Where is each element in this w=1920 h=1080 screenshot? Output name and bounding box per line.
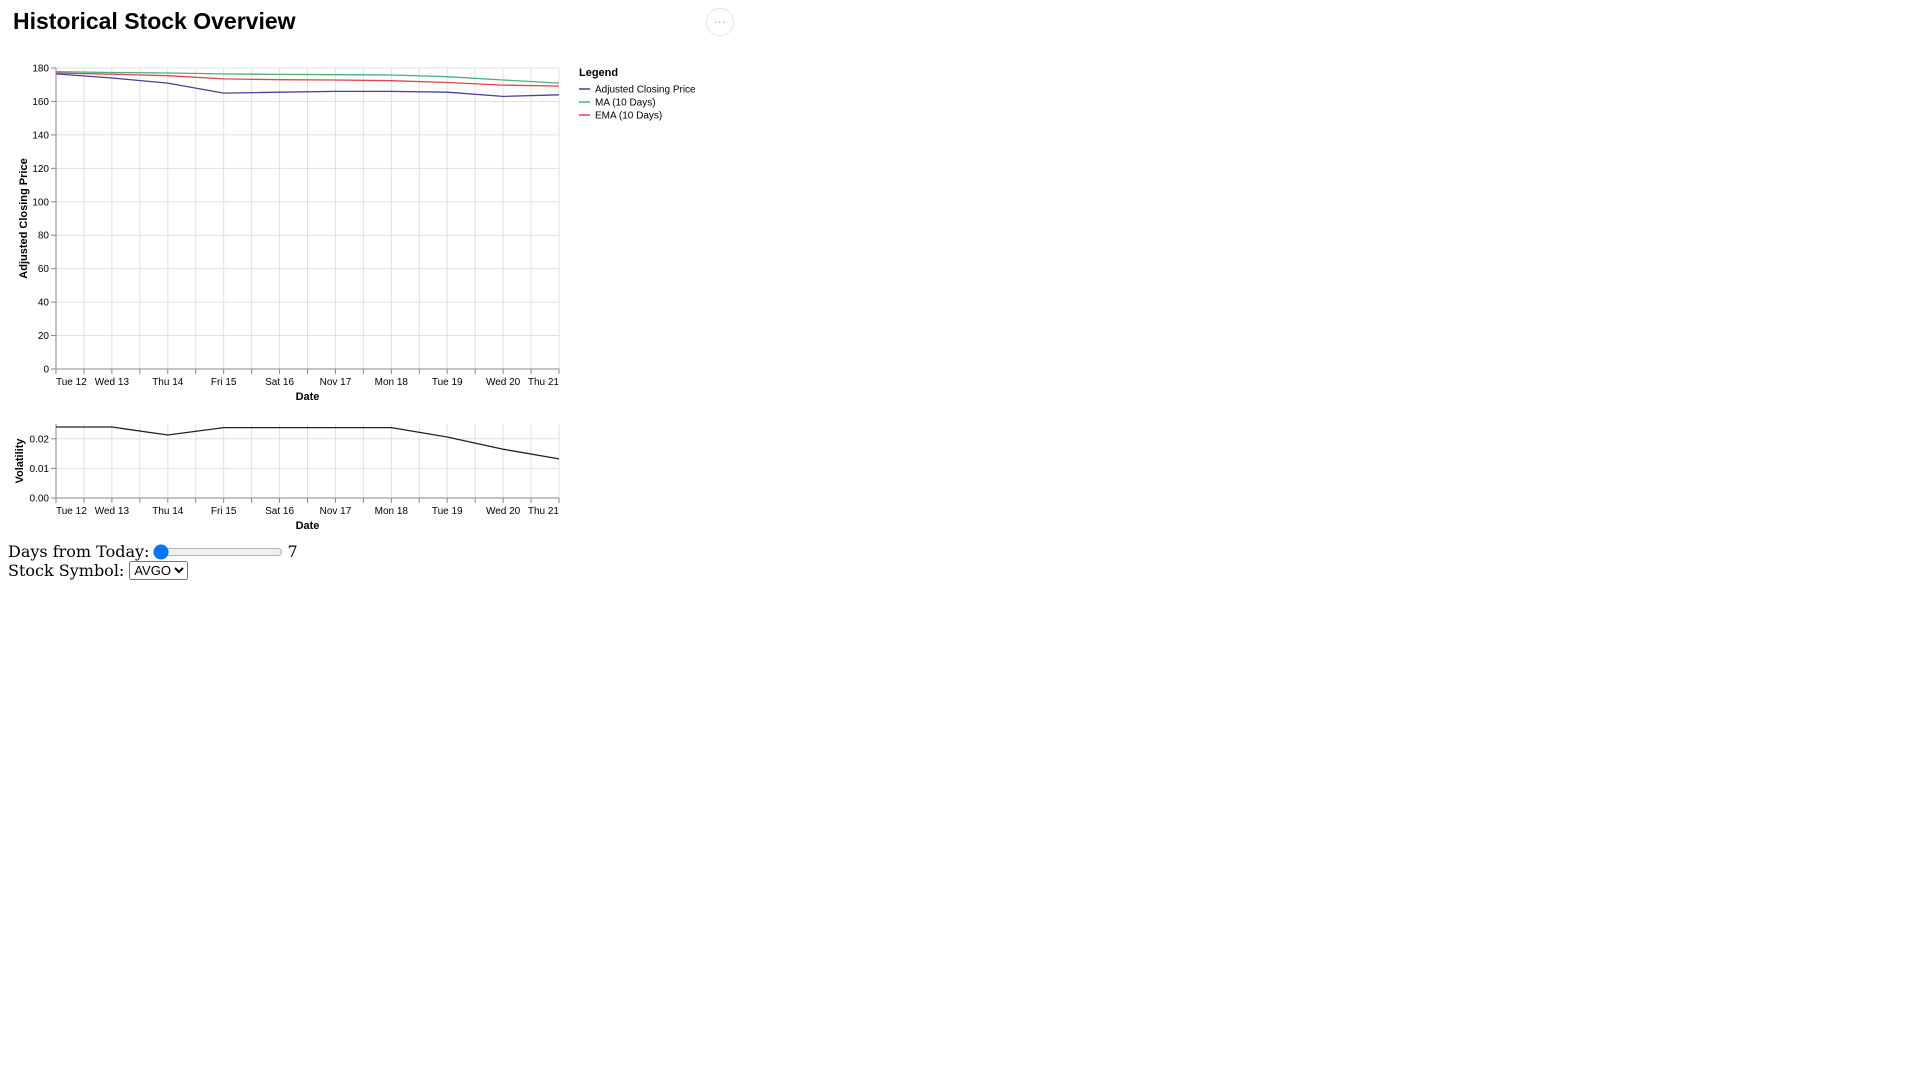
stock-symbol-label: Stock Symbol: [8,561,125,580]
x-tick-label: Tue 12 [56,506,87,517]
x-tick-label: Thu 14 [152,506,184,517]
days-from-today-slider[interactable] [153,543,284,560]
x-tick-label: Mon 18 [375,506,409,517]
x-tick-label: Tue 19 [432,506,463,517]
days-from-today-value: 7 [287,542,298,561]
stock-symbol-select[interactable]: AVGO [129,561,189,580]
x-tick-label: Wed 20 [486,506,521,517]
y-axis-title: Volatility [14,438,26,484]
x-tick-label: Sat 16 [265,506,294,517]
symbol-control: Stock Symbol: AVGO [8,561,298,580]
x-tick-label: Fri 15 [211,506,237,517]
days-from-today-label: Days from Today: [8,542,150,561]
controls-panel: Days from Today: 7 Stock Symbol: AVGO [8,542,298,580]
days-control: Days from Today: 7 [8,542,298,561]
x-tick-label: Thu 21 [528,506,560,517]
y-tick-label: 0.00 [30,494,50,505]
y-tick-label: 0.01 [30,464,50,475]
y-tick-label: 0.02 [30,434,50,445]
x-axis-title: Date [296,520,320,532]
volatility-chart: 0.00 0.01 0.02 Tue 12 Wed 13 Thu 14 Fri 15 Sat … [14,424,560,532]
x-tick-label: Wed 13 [95,506,130,517]
x-tick-label: Nov 17 [320,506,352,517]
